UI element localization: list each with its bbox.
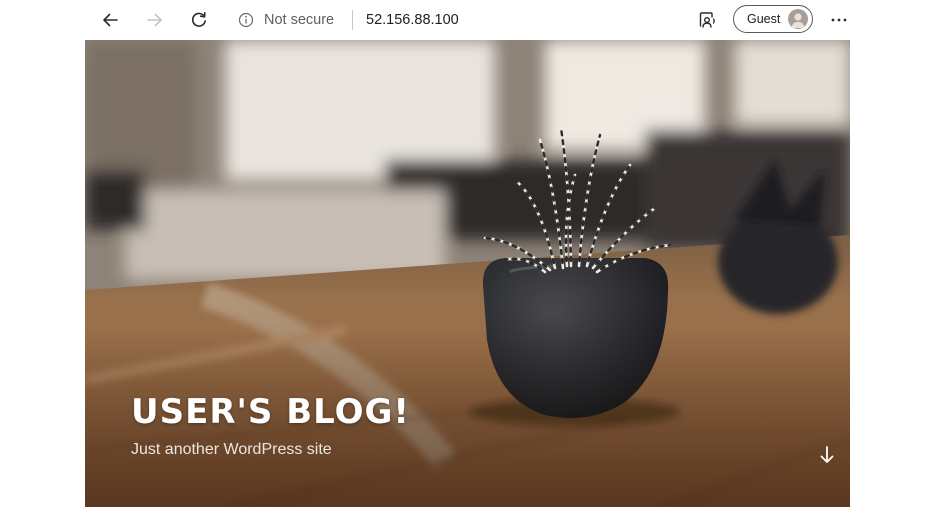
user-avatar-icon (788, 9, 808, 29)
hero-background-image (85, 40, 850, 507)
read-aloud-icon (699, 12, 715, 28)
browser-toolbar: Not secure 52.156.88.100 Guest (85, 0, 850, 41)
reload-icon (191, 12, 206, 27)
reload-button[interactable] (185, 6, 213, 34)
more-horizontal-icon (831, 18, 847, 22)
security-status-label[interactable]: Not secure (264, 12, 334, 28)
profile-label: Guest (747, 12, 781, 26)
url-text[interactable]: 52.156.88.100 (366, 12, 459, 28)
back-button[interactable] (96, 6, 124, 34)
site-tagline: Just another WordPress site (131, 441, 332, 458)
arrow-left-icon (103, 13, 118, 27)
forward-button[interactable] (141, 6, 169, 34)
profile-button[interactable]: Guest (733, 5, 813, 33)
more-options-button[interactable] (827, 8, 851, 32)
address-divider (352, 10, 353, 30)
read-aloud-button[interactable] (695, 8, 719, 32)
info-icon[interactable] (238, 12, 254, 28)
hero-header: USER'S BLOG! Just another WordPress site (85, 40, 850, 507)
address-bar[interactable]: Not secure 52.156.88.100 (227, 4, 679, 36)
site-title[interactable]: USER'S BLOG! (131, 392, 410, 432)
arrow-down-icon[interactable] (817, 444, 837, 466)
arrow-right-icon (147, 13, 162, 27)
